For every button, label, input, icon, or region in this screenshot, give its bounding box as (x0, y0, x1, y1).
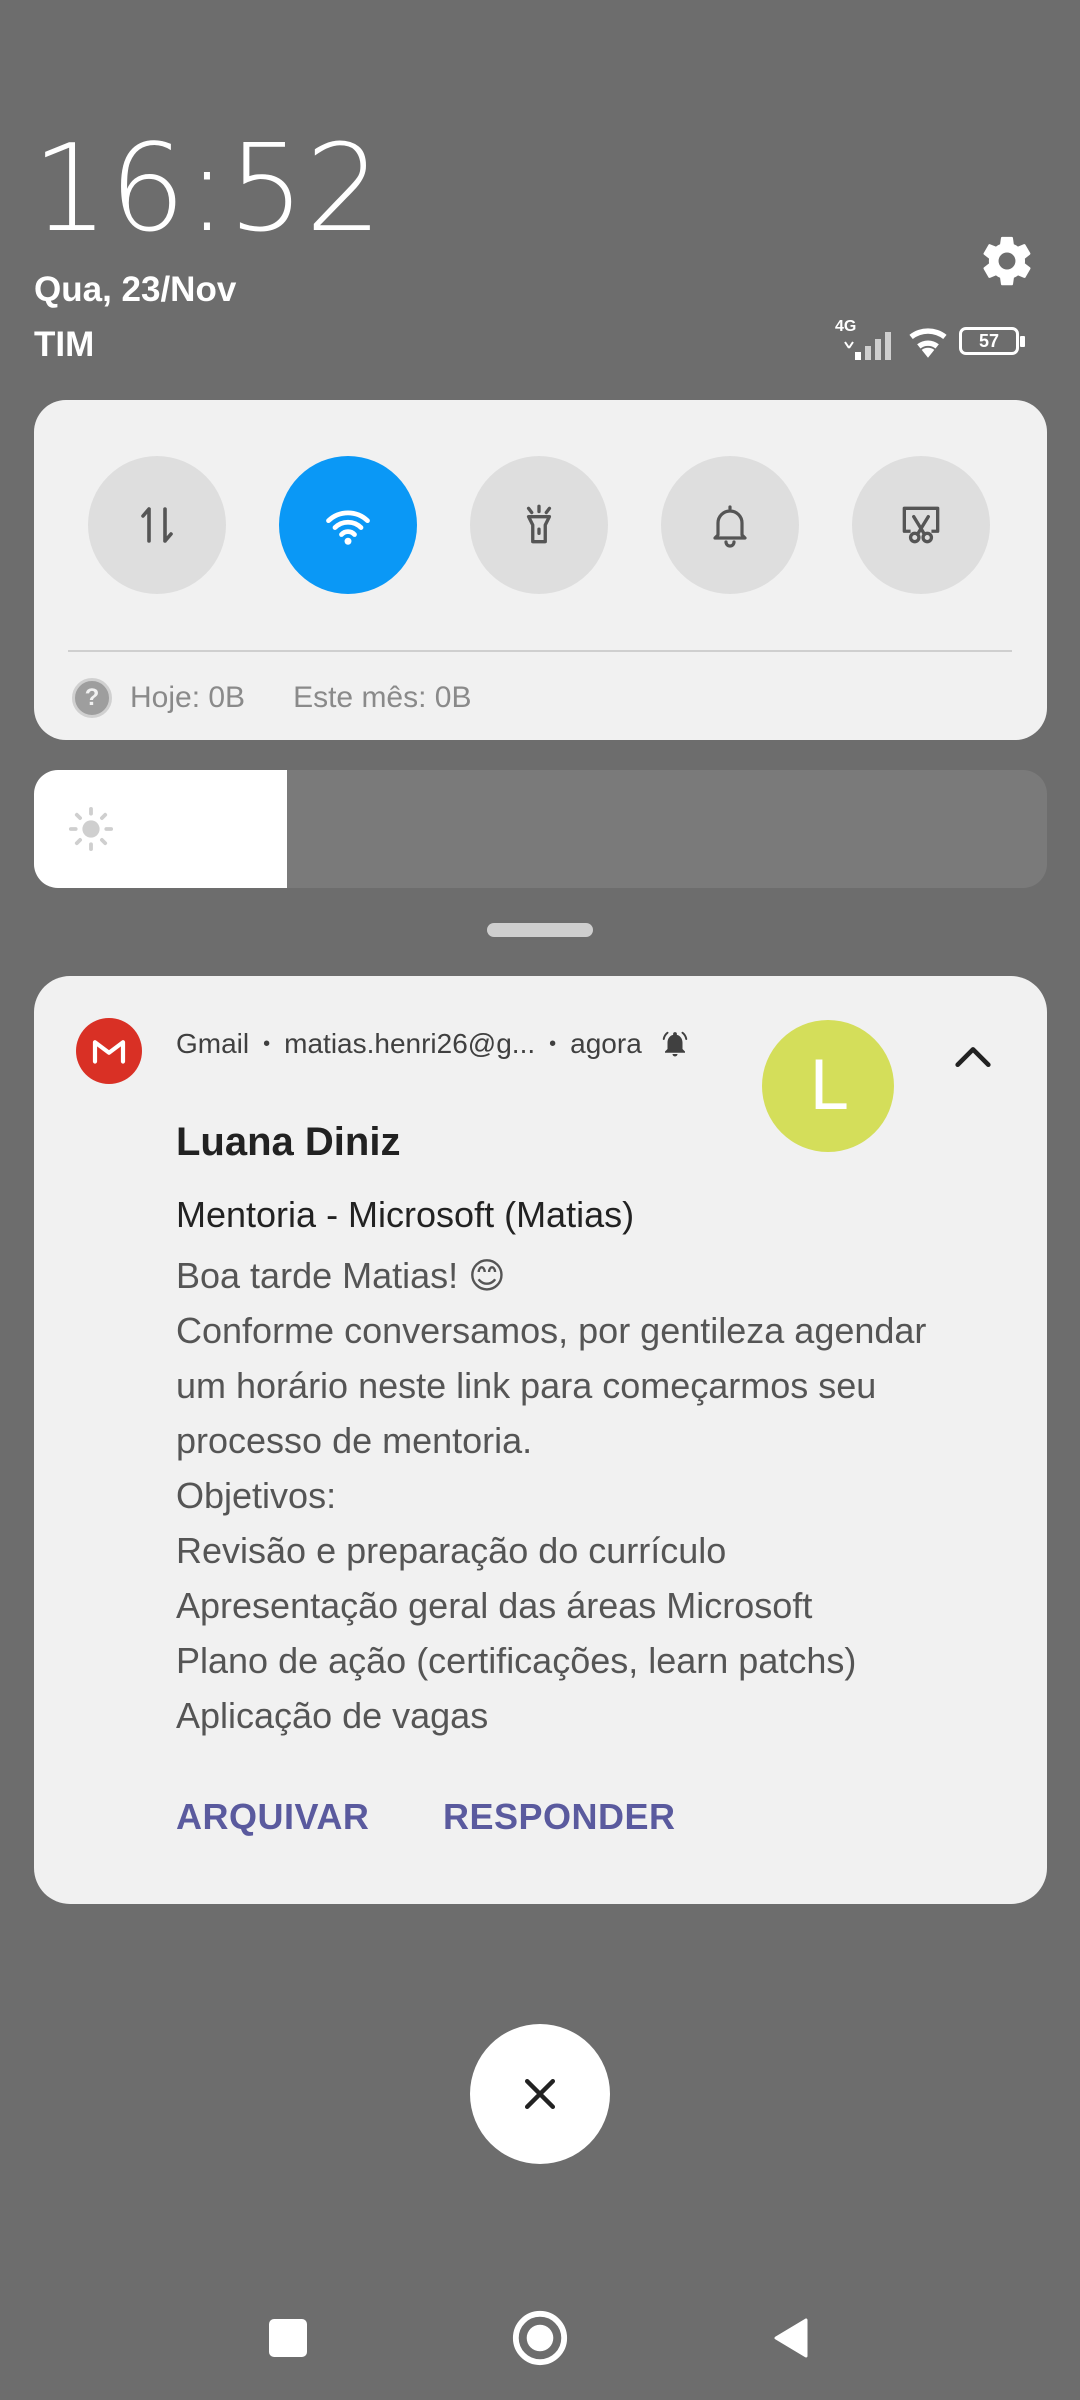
data-arrows-icon (141, 507, 173, 543)
sender-avatar: L (762, 1020, 894, 1152)
clock: 16:52 (32, 120, 383, 259)
separator-dot: • (549, 1032, 557, 1055)
help-question-icon: ? (72, 678, 112, 718)
cellular-signal-icon: 4G (835, 318, 897, 362)
bell-icon (713, 505, 747, 548)
notification-header: Gmail • matias.henri26@g... • agora (176, 1028, 690, 1060)
body-line: um horário neste link para começarmos se… (176, 1365, 877, 1406)
home-circle-icon (512, 2310, 568, 2366)
settings-gear-icon[interactable] (978, 232, 1036, 290)
alert-bell-icon (662, 1031, 688, 1057)
battery-icon: 57 (959, 327, 1027, 357)
data-usage-month: Este mês: 0B (293, 681, 472, 714)
collapse-chevron-up-icon[interactable] (950, 1036, 996, 1082)
body-line: Revisão e preparação do currículo (176, 1530, 727, 1571)
account-email: matias.henri26@g... (284, 1028, 536, 1059)
brightness-slider[interactable] (34, 770, 1047, 888)
recents-square-icon (269, 2319, 307, 2357)
body-line: Aplicação de vagas (176, 1695, 489, 1736)
sender-name: Luana Diniz (176, 1120, 401, 1164)
qs-divider (68, 650, 1012, 652)
flashlight-toggle[interactable] (470, 456, 608, 594)
home-button[interactable] (510, 2308, 570, 2368)
scissors-screen-icon (902, 506, 940, 544)
body-line: Conforme conversamos, por gentileza agen… (176, 1310, 927, 1351)
data-usage-row[interactable]: ? Hoje: 0B Este mês: 0B (72, 676, 471, 720)
clear-all-button[interactable] (470, 2024, 610, 2164)
data-usage-today: Hoje: 0B (130, 681, 246, 714)
separator-dot: • (263, 1032, 271, 1055)
body-line: processo de mentoria. (176, 1420, 533, 1461)
brightness-sun-icon (68, 806, 114, 852)
wifi-toggle[interactable] (279, 456, 417, 594)
back-triangle-icon (774, 2318, 808, 2358)
email-body: Boa tarde Matias! 😊 Conforme conversamos… (176, 1248, 1036, 1743)
carrier-name: TIM (34, 325, 95, 364)
recents-button[interactable] (258, 2308, 318, 2368)
body-line: Objetivos: (176, 1475, 337, 1516)
gmail-icon (76, 1018, 142, 1084)
panel-drag-handle[interactable] (487, 923, 593, 937)
email-subject: Mentoria - Microsoft (Matias) (176, 1194, 635, 1235)
mobile-data-toggle[interactable] (88, 456, 226, 594)
app-name: Gmail (176, 1028, 250, 1059)
wifi-status-icon (909, 328, 947, 358)
body-line: Apresentação geral das áreas Microsoft (176, 1585, 813, 1626)
notification-time: agora (570, 1028, 642, 1059)
body-line: Plano de ação (certificações, learn patc… (176, 1640, 857, 1681)
reply-button[interactable]: RESPONDER (443, 1796, 676, 1838)
screenshot-toggle[interactable] (852, 456, 990, 594)
wifi-icon (326, 510, 370, 545)
sound-toggle[interactable] (661, 456, 799, 594)
quick-settings-panel: ? Hoje: 0B Este mês: 0B (34, 400, 1047, 740)
battery-level: 57 (978, 331, 1000, 351)
gmail-notification-card[interactable]: Gmail • matias.henri26@g... • agora L Lu… (34, 976, 1047, 1904)
archive-button[interactable]: ARQUIVAR (176, 1796, 369, 1838)
date: Qua, 23/Nov (34, 270, 237, 309)
back-button[interactable] (762, 2308, 822, 2368)
status-bar-icons: 4G 57 (835, 318, 1027, 362)
body-line: Boa tarde Matias! 😊 (176, 1255, 506, 1296)
close-icon (524, 2078, 556, 2110)
flashlight-icon (526, 504, 552, 544)
